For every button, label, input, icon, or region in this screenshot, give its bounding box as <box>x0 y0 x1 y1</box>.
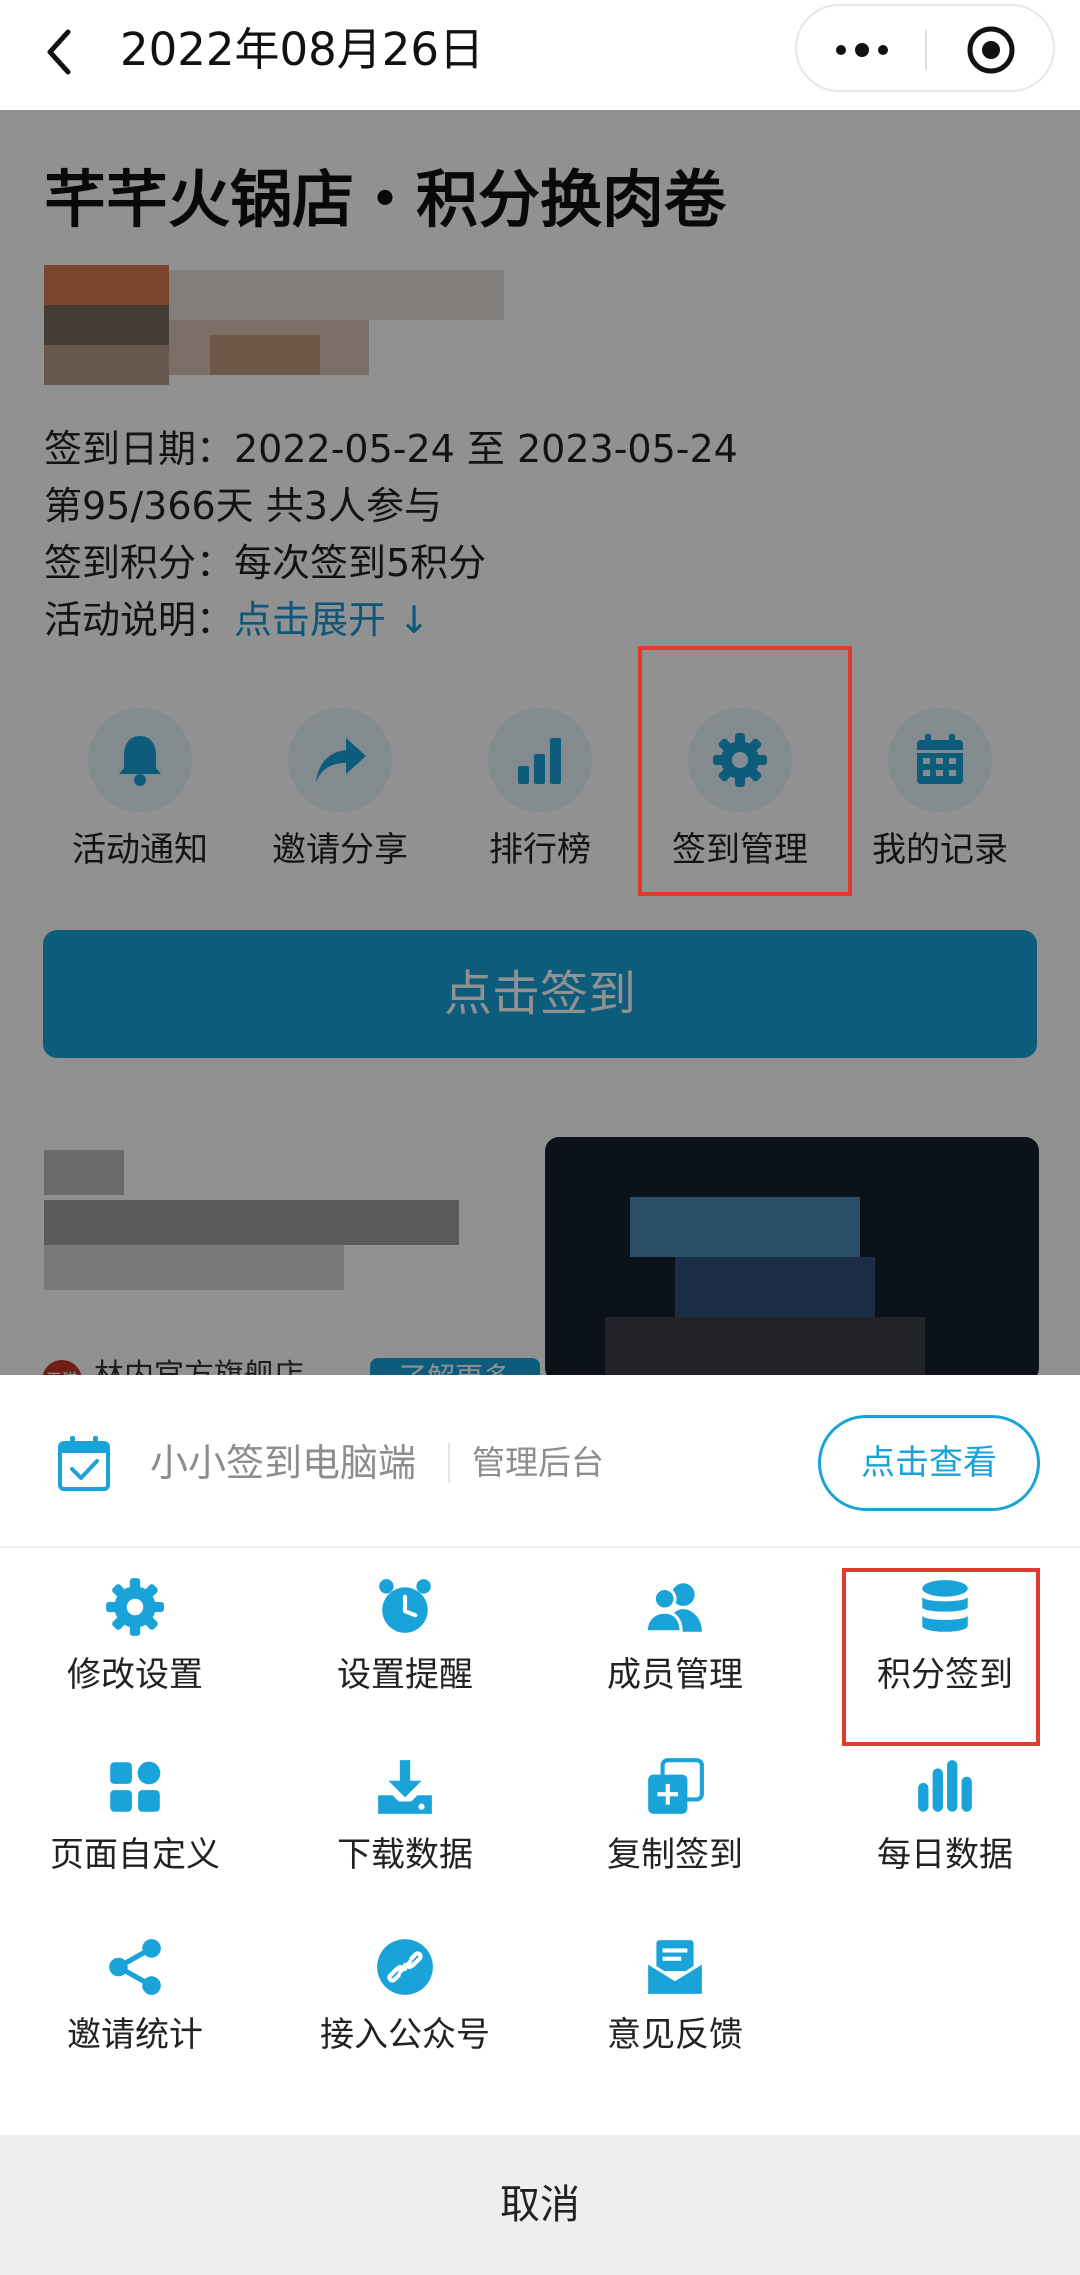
action-label: 成员管理 <box>607 1655 743 1695</box>
mini-program-capsule <box>795 4 1055 92</box>
bar-chart-icon <box>918 1760 972 1812</box>
cancel-bar: 取消 <box>0 2135 1080 2275</box>
share-nodes-icon <box>109 1939 161 1995</box>
action-invite-stats[interactable]: 邀请统计 <box>0 1908 270 2088</box>
mail-open-icon <box>647 1940 703 1994</box>
copy-plus-icon <box>648 1758 704 1814</box>
action-label: 页面自定义 <box>50 1835 220 1875</box>
members-icon <box>644 1583 702 1634</box>
action-label: 修改设置 <box>67 1655 203 1695</box>
view-button[interactable]: 点击查看 <box>818 1415 1040 1511</box>
chevron-left-icon[interactable] <box>38 22 82 82</box>
action-page-customize[interactable]: 页面自定义 <box>0 1728 270 1908</box>
capsule-divider <box>925 30 927 70</box>
calendar-check-icon <box>58 1436 110 1491</box>
action-feedback[interactable]: 意见反馈 <box>540 1908 810 2088</box>
action-edit-settings[interactable]: 修改设置 <box>0 1548 270 1728</box>
action-copy-checkin[interactable]: 复制签到 <box>540 1728 810 1908</box>
action-label: 邀请统计 <box>67 2015 203 2055</box>
action-download-data[interactable]: 下载数据 <box>270 1728 540 1908</box>
modal-overlay[interactable] <box>0 110 1080 1375</box>
cancel-button[interactable]: 取消 <box>0 2135 1080 2275</box>
action-set-reminder[interactable]: 设置提醒 <box>270 1548 540 1728</box>
action-daily-data[interactable]: 每日数据 <box>810 1728 1080 1908</box>
more-dots-icon[interactable] <box>827 32 897 68</box>
target-circle-icon[interactable] <box>965 24 1017 76</box>
alarm-clock-icon <box>379 1579 431 1633</box>
action-label: 下载数据 <box>337 1835 473 1875</box>
highlight-box-checkin-management <box>638 646 852 896</box>
grid-blocks-icon <box>110 1761 161 1812</box>
action-connect-official-account[interactable]: 接入公众号 <box>270 1908 540 2088</box>
action-label: 设置提醒 <box>337 1655 473 1695</box>
admin-backend-label: 管理后台 <box>472 1443 604 1482</box>
action-member-management[interactable]: 成员管理 <box>540 1548 810 1728</box>
gear-icon <box>106 1578 164 1636</box>
page-title: 2022年08月26日 <box>120 23 485 76</box>
link-circle-icon <box>377 1939 433 1995</box>
highlight-box-points-checkin <box>842 1568 1040 1746</box>
action-sheet: 小小签到电脑端 管理后台 点击查看 修改设置 设置提醒 成员管理 积分签到 页面… <box>0 1375 1080 2275</box>
action-label: 意见反馈 <box>607 2015 743 2055</box>
divider <box>448 1443 450 1483</box>
pc-client-title: 小小签到电脑端 <box>150 1441 417 1485</box>
action-label: 复制签到 <box>607 1835 743 1875</box>
download-icon <box>378 1760 432 1814</box>
action-label: 接入公众号 <box>320 2015 490 2055</box>
action-label: 每日数据 <box>877 1835 1013 1875</box>
pc-admin-banner: 小小签到电脑端 管理后台 点击查看 <box>0 1375 1080 1548</box>
nav-bar: 2022年08月26日 <box>0 0 1080 110</box>
